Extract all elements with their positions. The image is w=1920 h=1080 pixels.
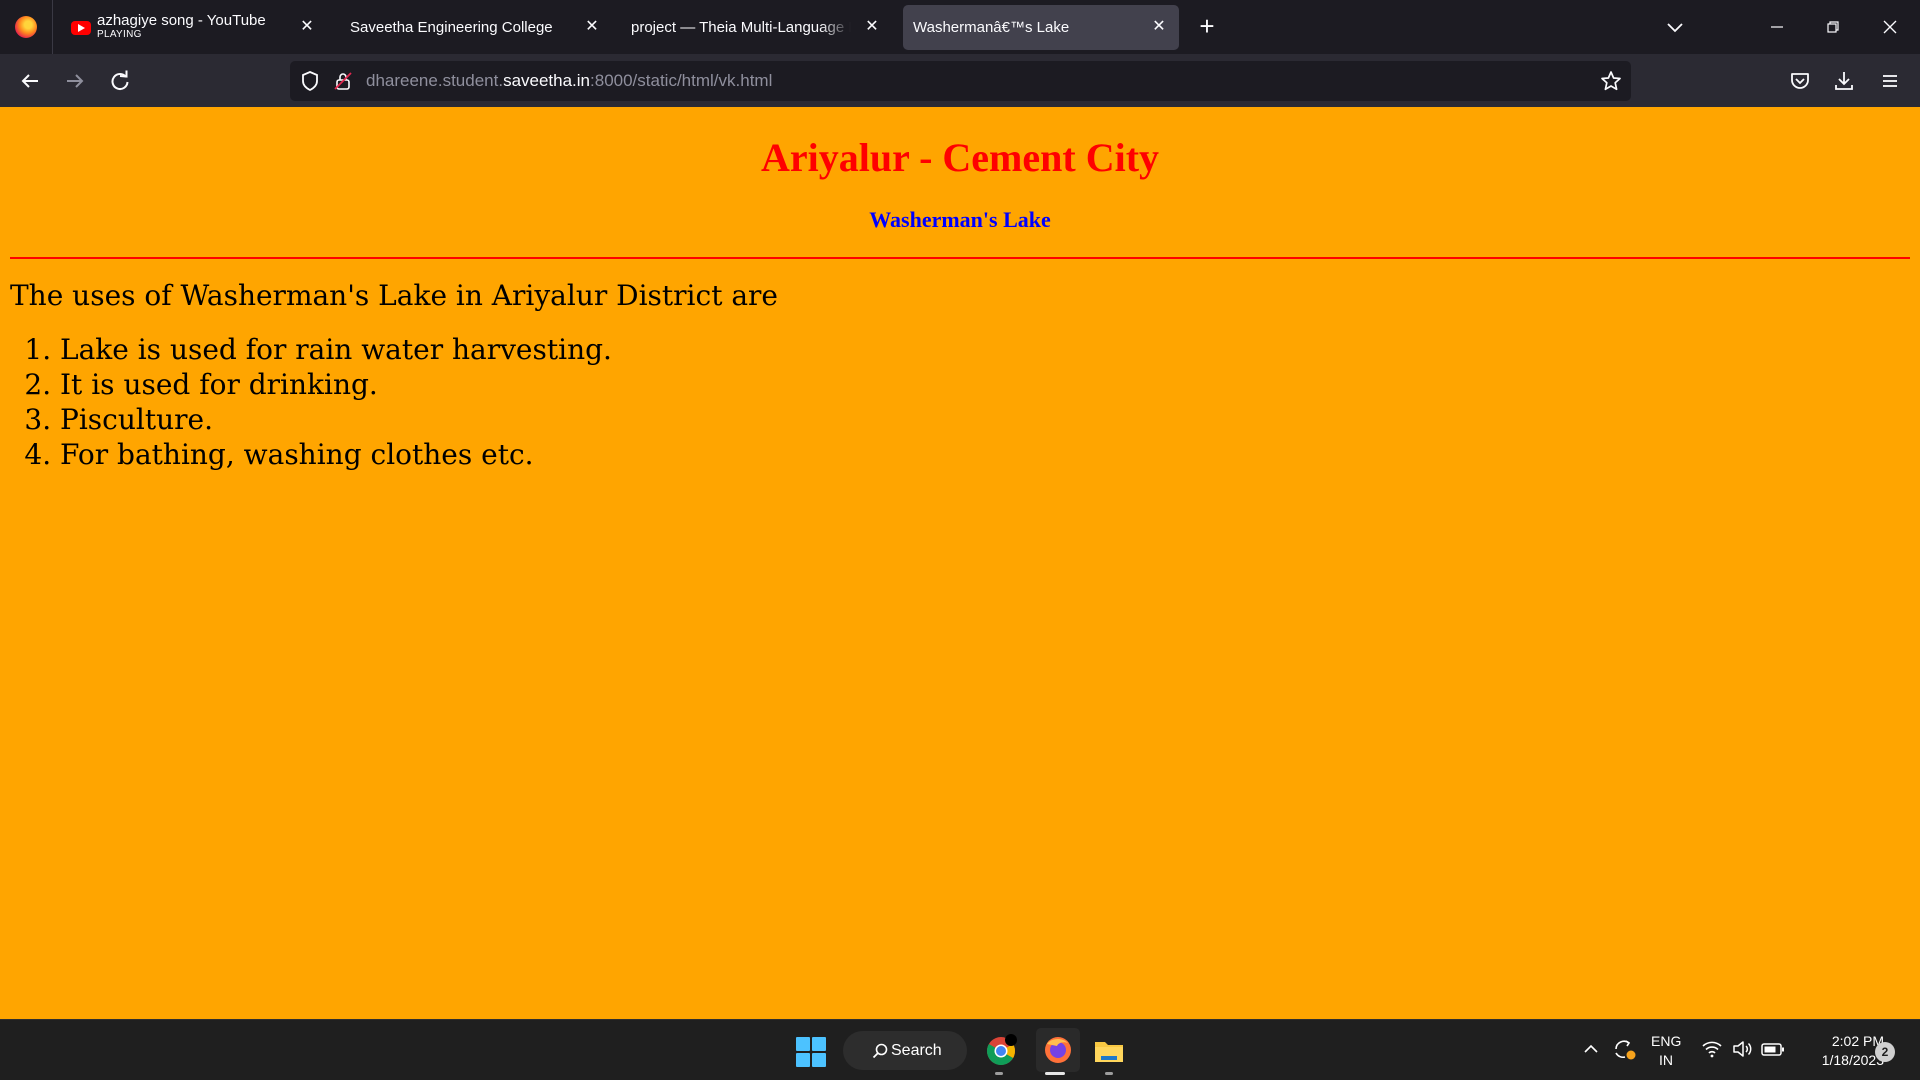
- lang-region: IN: [1659, 1052, 1673, 1068]
- url-prefix: dhareene.student.: [366, 71, 504, 90]
- close-tab-icon[interactable]: ✕: [1149, 17, 1169, 37]
- horizontal-rule: [10, 257, 1910, 259]
- address-bar[interactable]: dhareene.student.saveetha.in:8000/static…: [290, 61, 1631, 101]
- navigation-toolbar: dhareene.student.saveetha.in:8000/static…: [0, 54, 1920, 107]
- downloads-icon[interactable]: [1830, 67, 1858, 95]
- page-title: Ariyalur - Cement City: [760, 135, 1160, 180]
- tab-youtube[interactable]: azhagiye song - YouTube PLAYING ✕: [57, 5, 327, 50]
- clock-date: 1/18/2023: [1821, 1052, 1884, 1068]
- tab-playing-label: PLAYING: [97, 28, 142, 40]
- new-tab-button[interactable]: +: [1192, 12, 1222, 42]
- tab-theia-project[interactable]: project — Theia Multi-Language Example ✕: [616, 5, 892, 50]
- tab-washermans-lake[interactable]: Washermanâ€™s Lake ✕: [903, 5, 1179, 50]
- search-icon: [872, 1043, 888, 1059]
- back-arrow-icon[interactable]: [16, 67, 44, 95]
- close-window-icon[interactable]: [1877, 14, 1903, 40]
- url-text[interactable]: dhareene.student.saveetha.in:8000/static…: [366, 71, 772, 91]
- show-hidden-icons-chevron-icon[interactable]: [1581, 1034, 1601, 1064]
- url-host: saveetha.in: [503, 71, 591, 90]
- sync-icon[interactable]: [1611, 1034, 1637, 1064]
- input-language-indicator[interactable]: ENG IN: [1651, 1032, 1681, 1070]
- chrome-icon[interactable]: [983, 1033, 1019, 1069]
- list-item: For bathing, washing clothes etc.: [60, 437, 612, 472]
- list-item: Pisculture.: [60, 402, 612, 437]
- system-clock[interactable]: 2:02 PM 1/18/2023: [1786, 1032, 1884, 1070]
- file-explorer-icon[interactable]: [1091, 1033, 1127, 1069]
- lang-code: ENG: [1651, 1033, 1682, 1049]
- close-tab-icon[interactable]: ✕: [297, 17, 317, 37]
- tab-saveetha[interactable]: Saveetha Engineering College ✕: [334, 5, 612, 50]
- search-label: Search: [891, 1041, 942, 1059]
- tab-titles: azhagiye song - YouTube PLAYING: [97, 14, 266, 42]
- uses-list: Lake is used for rain water harvesting. …: [60, 332, 612, 472]
- windows-taskbar: Search ENG IN 2:02 PM 1/18/2023 2: [0, 1019, 1920, 1080]
- running-indicator: [995, 1072, 1003, 1075]
- page-content: Ariyalur - Cement City Washerman's Lake …: [0, 107, 1920, 1019]
- forward-arrow-icon[interactable]: [61, 67, 89, 95]
- list-item: It is used for drinking.: [60, 367, 612, 402]
- wifi-icon[interactable]: [1700, 1034, 1724, 1064]
- active-indicator: [1045, 1072, 1065, 1075]
- list-item: Lake is used for rain water harvesting.: [60, 332, 612, 367]
- running-indicator: [1105, 1072, 1113, 1075]
- url-suffix: :8000/static/html/vk.html: [590, 71, 773, 90]
- volume-icon[interactable]: [1730, 1034, 1754, 1064]
- restore-icon[interactable]: [1820, 14, 1846, 40]
- tab-title: Washermanâ€™s Lake: [913, 19, 1070, 36]
- tab-title: azhagiye song - YouTube: [97, 13, 266, 28]
- firefox-icon: [15, 16, 37, 38]
- windows-start-icon[interactable]: [796, 1037, 826, 1067]
- clock-time: 2:02 PM: [1831, 1033, 1884, 1049]
- tab-strip: azhagiye song - YouTube PLAYING ✕ Saveet…: [0, 0, 1920, 54]
- firefox-taskbar-button[interactable]: [1036, 1028, 1080, 1072]
- tab-title: Saveetha Engineering College: [350, 19, 553, 36]
- reload-icon[interactable]: [106, 67, 134, 95]
- page-subtitle: Washerman's Lake: [869, 207, 1051, 232]
- battery-icon[interactable]: [1760, 1034, 1786, 1064]
- firefox-view-button[interactable]: [0, 0, 53, 54]
- youtube-icon: [71, 20, 91, 35]
- taskbar-search-button[interactable]: Search: [843, 1031, 967, 1070]
- close-tab-icon[interactable]: ✕: [862, 17, 882, 37]
- hamburger-menu-icon[interactable]: [1876, 67, 1904, 95]
- close-tab-icon[interactable]: ✕: [582, 17, 602, 37]
- notification-count-badge[interactable]: 2: [1875, 1042, 1895, 1062]
- minimize-icon[interactable]: [1764, 14, 1790, 40]
- insecure-lock-icon[interactable]: [332, 70, 354, 92]
- list-all-tabs-icon[interactable]: [1662, 14, 1688, 40]
- firefox-icon: [1045, 1037, 1071, 1063]
- tracking-protection-shield-icon[interactable]: [299, 70, 321, 92]
- pocket-icon[interactable]: [1786, 67, 1814, 95]
- bookmark-star-icon[interactable]: [1599, 69, 1623, 93]
- intro-paragraph: The uses of Washerman's Lake in Ariyalur…: [10, 279, 778, 312]
- tab-title: project — Theia Multi-Language Example: [631, 19, 851, 36]
